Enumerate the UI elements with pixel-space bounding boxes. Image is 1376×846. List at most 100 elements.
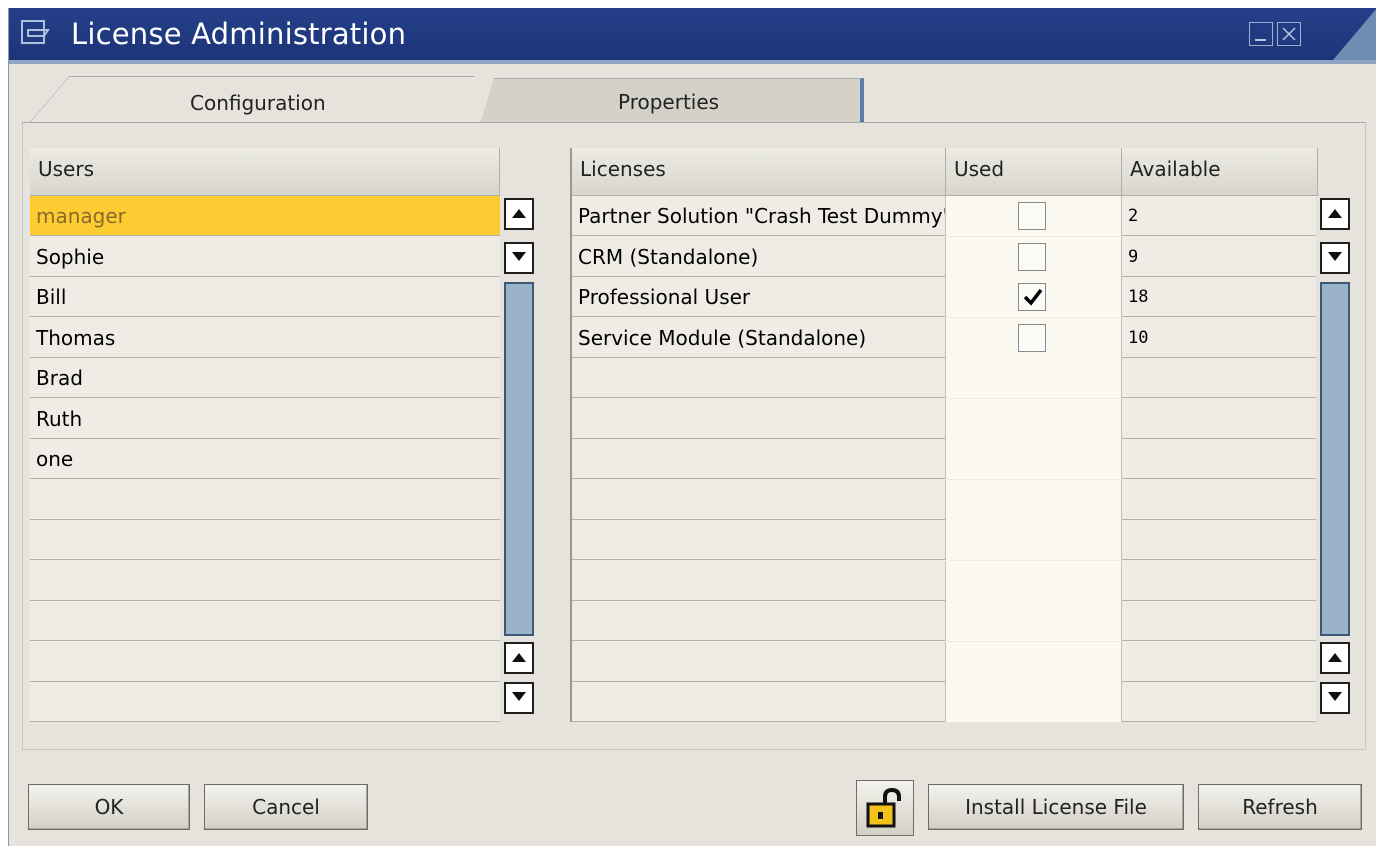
licenses-scroll-track[interactable] bbox=[1320, 282, 1350, 636]
users-grid: Users manager Sophie Bill Thomas Brad Ruth one bbox=[30, 148, 500, 722]
licenses-scrollbar[interactable] bbox=[1316, 196, 1356, 722]
available-cell[interactable]: 9 bbox=[1122, 236, 1318, 277]
license-row[interactable] bbox=[572, 641, 1318, 682]
license-row[interactable]: Partner Solution "Crash Test Dummy" 2 bbox=[572, 196, 1318, 236]
user-row[interactable]: Sophie bbox=[30, 237, 500, 277]
used-checkbox[interactable] bbox=[1018, 242, 1046, 271]
users-header-label: Users bbox=[38, 157, 95, 181]
available-header[interactable]: Available bbox=[1122, 148, 1318, 196]
unlock-button[interactable] bbox=[856, 780, 914, 836]
users-scrollbar[interactable] bbox=[500, 196, 540, 722]
license-name-cell[interactable] bbox=[572, 439, 946, 479]
license-row[interactable] bbox=[572, 682, 1318, 722]
refresh-button[interactable]: Refresh bbox=[1198, 784, 1362, 830]
user-name: Sophie bbox=[36, 244, 105, 269]
license-row[interactable] bbox=[572, 601, 1318, 641]
license-name-cell[interactable]: Service Module (Standalone) bbox=[572, 317, 946, 358]
user-name: Bill bbox=[36, 285, 67, 309]
license-name-cell[interactable] bbox=[572, 601, 946, 641]
used-checkbox[interactable] bbox=[1018, 283, 1046, 311]
close-icon[interactable] bbox=[1277, 22, 1301, 46]
used-checkbox[interactable] bbox=[1018, 202, 1046, 230]
minimize-icon[interactable] bbox=[1249, 22, 1273, 46]
licenses-header[interactable]: Licenses bbox=[572, 148, 946, 196]
tab-configuration-label: Configuration bbox=[190, 91, 326, 115]
license-row[interactable] bbox=[572, 520, 1318, 560]
user-row[interactable]: Ruth bbox=[30, 399, 500, 439]
available-cell[interactable] bbox=[1122, 479, 1318, 520]
form-icon bbox=[21, 20, 50, 44]
licenses-grid: Licenses Used Available Partner Solution… bbox=[570, 148, 1318, 722]
user-row[interactable] bbox=[30, 561, 500, 601]
license-name-cell[interactable] bbox=[572, 358, 946, 398]
arrow-down-icon[interactable] bbox=[504, 682, 534, 714]
install-license-file-button[interactable]: Install License File bbox=[928, 784, 1184, 830]
available-count: 10 bbox=[1128, 327, 1149, 348]
user-row[interactable]: Bill bbox=[30, 277, 500, 317]
user-name: Ruth bbox=[36, 406, 83, 431]
license-row[interactable] bbox=[572, 560, 1318, 601]
license-name-cell[interactable] bbox=[572, 479, 946, 520]
license-row[interactable] bbox=[572, 439, 1318, 479]
used-cell bbox=[946, 277, 1122, 317]
license-row[interactable]: Professional User 18 bbox=[572, 277, 1318, 317]
used-header[interactable]: Used bbox=[946, 148, 1122, 196]
user-row[interactable]: manager bbox=[30, 196, 500, 236]
arrow-down-icon[interactable] bbox=[1320, 242, 1350, 274]
available-cell[interactable] bbox=[1122, 560, 1318, 601]
unlock-icon bbox=[866, 787, 901, 828]
available-cell[interactable] bbox=[1122, 601, 1318, 641]
available-cell[interactable] bbox=[1122, 358, 1318, 398]
user-name: one bbox=[36, 447, 74, 471]
license-name-cell[interactable]: Professional User bbox=[572, 277, 946, 317]
arrow-down-icon[interactable] bbox=[1320, 682, 1350, 714]
license-name-cell[interactable] bbox=[572, 682, 946, 722]
user-row[interactable] bbox=[30, 480, 500, 520]
license-row[interactable] bbox=[572, 479, 1318, 520]
available-cell[interactable] bbox=[1122, 682, 1318, 722]
arrow-up-icon[interactable] bbox=[1320, 198, 1350, 230]
available-cell[interactable] bbox=[1122, 439, 1318, 479]
used-cell bbox=[946, 439, 1122, 479]
used-cell bbox=[946, 317, 1122, 358]
arrow-up-icon[interactable] bbox=[1320, 642, 1350, 674]
user-row[interactable] bbox=[30, 682, 500, 722]
available-cell[interactable] bbox=[1122, 641, 1318, 682]
title-bar[interactable]: License Administration bbox=[9, 8, 1376, 60]
window-title: License Administration bbox=[71, 17, 407, 51]
license-name-cell[interactable]: Partner Solution "Crash Test Dummy" bbox=[572, 196, 946, 236]
available-cell[interactable]: 10 bbox=[1122, 317, 1318, 358]
available-cell[interactable]: 2 bbox=[1122, 196, 1318, 236]
user-row[interactable]: Brad bbox=[30, 358, 500, 398]
used-cell bbox=[946, 601, 1122, 641]
available-cell[interactable]: 18 bbox=[1122, 277, 1318, 317]
license-name-cell[interactable] bbox=[572, 560, 946, 601]
license-row[interactable]: CRM (Standalone) 9 bbox=[572, 236, 1318, 277]
user-row[interactable] bbox=[30, 601, 500, 641]
user-row[interactable] bbox=[30, 520, 500, 560]
license-name-cell[interactable] bbox=[572, 520, 946, 560]
arrow-up-icon[interactable] bbox=[504, 198, 534, 230]
user-row[interactable] bbox=[30, 642, 500, 682]
tab-properties[interactable]: Properties bbox=[480, 78, 864, 124]
license-name: CRM (Standalone) bbox=[578, 244, 759, 269]
ok-button[interactable]: OK bbox=[28, 784, 190, 830]
license-row[interactable] bbox=[572, 398, 1318, 439]
license-name-cell[interactable]: CRM (Standalone) bbox=[572, 236, 946, 277]
used-checkbox[interactable] bbox=[1018, 323, 1046, 352]
arrow-up-icon[interactable] bbox=[504, 642, 534, 674]
cancel-button[interactable]: Cancel bbox=[204, 784, 368, 830]
user-row[interactable]: Thomas bbox=[30, 318, 500, 358]
available-cell[interactable] bbox=[1122, 520, 1318, 560]
license-name: Professional User bbox=[578, 285, 751, 309]
license-row[interactable]: Service Module (Standalone) 10 bbox=[572, 317, 1318, 358]
user-row[interactable]: one bbox=[30, 439, 500, 479]
available-count: 18 bbox=[1128, 287, 1149, 307]
users-header[interactable]: Users bbox=[30, 148, 500, 196]
arrow-down-icon[interactable] bbox=[504, 242, 534, 274]
license-row[interactable] bbox=[572, 358, 1318, 398]
available-cell[interactable] bbox=[1122, 398, 1318, 439]
license-name-cell[interactable] bbox=[572, 398, 946, 439]
users-scroll-track[interactable] bbox=[504, 282, 534, 636]
license-name-cell[interactable] bbox=[572, 641, 946, 682]
